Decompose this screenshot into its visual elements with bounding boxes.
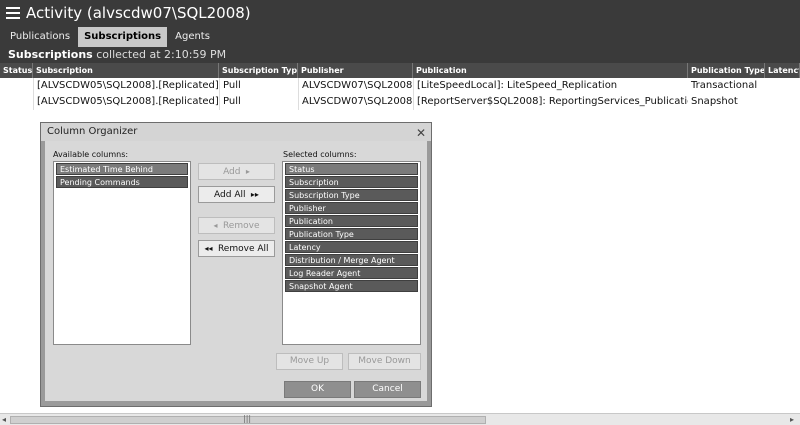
available-columns-label: Available columns: <box>53 150 129 159</box>
double-chevron-right-icon: ▸▸ <box>248 190 259 199</box>
dialog-title-bar[interactable]: Column Organizer ✕ <box>41 123 431 141</box>
scrollbar-thumb[interactable]: ||| <box>10 414 486 424</box>
list-item[interactable]: Estimated Time Behind <box>56 163 188 175</box>
close-icon[interactable]: ✕ <box>416 124 426 142</box>
hamburger-icon[interactable] <box>6 6 20 19</box>
grip-icon: ||| <box>243 414 252 423</box>
collected-time: collected at 2:10:59 PM <box>92 48 227 61</box>
add-button[interactable]: Add ▸ <box>198 163 275 180</box>
collection-status: Subscriptions collected at 2:10:59 PM <box>0 47 800 63</box>
cell-publication-type: Transactional <box>691 80 758 91</box>
remove-button[interactable]: ◂ Remove <box>198 217 275 234</box>
remove-all-button-label: Remove All <box>217 244 269 254</box>
list-item[interactable]: Distribution / Merge Agent <box>285 254 418 266</box>
list-item[interactable]: Latency <box>285 241 418 253</box>
scroll-left-icon[interactable]: ◂ <box>2 415 6 424</box>
move-down-button[interactable]: Move Down <box>348 353 421 370</box>
list-item[interactable]: Publication Type <box>285 228 418 240</box>
tab-bar: Publications Subscriptions Agents <box>0 25 800 47</box>
list-item[interactable]: Subscription Type <box>285 189 418 201</box>
tab-subscriptions[interactable]: Subscriptions <box>78 27 168 47</box>
selected-columns-label: Selected columns: <box>283 150 357 159</box>
available-columns-list[interactable]: Estimated Time Behind Pending Commands <box>53 161 191 345</box>
section-title: Subscriptions <box>8 48 93 61</box>
tab-publications[interactable]: Publications <box>4 27 76 47</box>
add-button-label: Add <box>223 167 241 177</box>
cancel-button[interactable]: Cancel <box>354 381 421 398</box>
window-title: Activity (alvscdw07\SQL2008) <box>26 3 251 22</box>
chevron-right-icon: ▸ <box>243 167 250 176</box>
scroll-right-icon[interactable]: ▸ <box>790 415 794 424</box>
column-header-publisher[interactable]: Publisher <box>298 63 413 78</box>
list-item[interactable]: Publication <box>285 215 418 227</box>
remove-button-label: Remove <box>222 221 260 231</box>
column-header-status[interactable]: Status <box>0 63 33 78</box>
list-item[interactable]: Log Reader Agent <box>285 267 418 279</box>
cell-publication: [LiteSpeedLocal]: LiteSpeed_Replication <box>413 78 688 94</box>
dialog-body: Available columns: Estimated Time Behind… <box>45 141 427 401</box>
selected-columns-list[interactable]: Status Subscription Subscription Type Pu… <box>282 161 421 345</box>
double-chevron-left-icon: ◂◂ <box>204 244 216 253</box>
chevron-left-icon: ◂ <box>213 221 221 230</box>
cell-publication: [ReportServer$SQL2008]: ReportingService… <box>413 94 688 110</box>
list-item[interactable]: Pending Commands <box>56 176 188 188</box>
cell-subscription: [ALVSCDW05\SQL2008].[Replicated] <box>33 94 219 110</box>
cell-subscription-type: Pull <box>219 78 298 94</box>
column-header-subscription-type[interactable]: Subscription Type <box>219 63 298 78</box>
column-header-latency[interactable]: Latency <box>765 63 800 78</box>
cell-subscription-type: Pull <box>219 94 298 110</box>
table-row[interactable]: [ALVSCDW05\SQL2008].[Replicated] Pull AL… <box>0 94 800 110</box>
list-item[interactable]: Publisher <box>285 202 418 214</box>
list-item[interactable]: Snapshot Agent <box>285 280 418 292</box>
tab-agents[interactable]: Agents <box>169 27 216 47</box>
column-header-publication[interactable]: Publication <box>413 63 688 78</box>
add-all-button-label: Add All <box>214 190 246 200</box>
grid-header: Status Subscription Subscription Type Pu… <box>0 63 800 78</box>
horizontal-scrollbar[interactable]: ◂ ||| ▸ <box>0 413 800 425</box>
column-header-subscription[interactable]: Subscription <box>33 63 219 78</box>
column-header-publication-type[interactable]: Publication Type <box>688 63 765 78</box>
add-all-button[interactable]: Add All ▸▸ <box>198 186 275 203</box>
move-up-button[interactable]: Move Up <box>276 353 343 370</box>
list-item[interactable]: Subscription <box>285 176 418 188</box>
cell-subscription: [ALVSCDW05\SQL2008].[Replicated] <box>33 78 219 94</box>
ok-button[interactable]: OK <box>284 381 351 398</box>
title-bar: Activity (alvscdw07\SQL2008) <box>0 0 800 25</box>
dialog-title: Column Organizer <box>47 126 138 137</box>
cell-publication-type: Snapshot <box>691 96 738 107</box>
cell-publisher: ALVSCDW07\SQL2008 <box>298 78 413 94</box>
remove-all-button[interactable]: ◂◂ Remove All <box>198 240 275 257</box>
cell-publisher: ALVSCDW07\SQL2008 <box>298 94 413 110</box>
list-item[interactable]: Status <box>285 163 418 175</box>
table-row[interactable]: [ALVSCDW05\SQL2008].[Replicated] Pull AL… <box>0 78 800 94</box>
column-organizer-dialog: Column Organizer ✕ Available columns: Es… <box>40 122 432 407</box>
